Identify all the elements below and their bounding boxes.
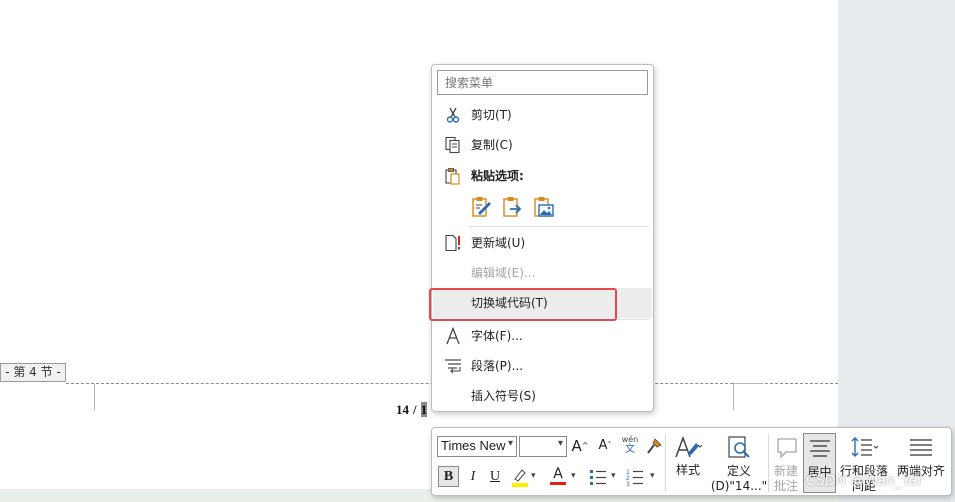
paste-icon [444, 167, 462, 185]
left-margin-mark [94, 384, 95, 410]
chevron-down-icon[interactable]: ▾ [531, 471, 536, 481]
menu-item-paste-options: 粘贴选项: [433, 161, 652, 191]
bullets-button[interactable] [588, 467, 610, 489]
right-margin-mark [733, 384, 734, 410]
format-painter-icon [643, 438, 665, 462]
phonetic-guide-pinyin: wén [621, 435, 639, 444]
caret-up-icon: ^ [581, 441, 589, 450]
menu-item-copy[interactable]: 复制(C) [433, 130, 652, 160]
font-color-button[interactable]: A [547, 466, 569, 488]
new-comment-button: 新建 批注 [770, 433, 802, 493]
menu-item-label: 粘贴选项: [471, 169, 524, 183]
comment-icon [775, 436, 799, 464]
right-margin-mark-h [733, 383, 763, 384]
numbering-button[interactable]: 1 2 3 [625, 467, 647, 489]
styles-label: 样式 [675, 463, 700, 477]
page-number-field[interactable]: 14 /1 [396, 402, 428, 418]
font-color-letter: A [553, 466, 563, 482]
menu-item-label: 剪切(T) [471, 108, 512, 122]
page-total-field[interactable]: 1 [420, 402, 428, 417]
shrink-font-button[interactable]: Aˇ [594, 435, 616, 457]
new-comment-line1: 新建 [773, 464, 798, 478]
keep-source-formatting-icon[interactable] [470, 195, 494, 219]
menu-separator [469, 226, 649, 227]
styles-button[interactable]: 样式 [668, 433, 708, 493]
merge-formatting-icon[interactable] [501, 195, 525, 219]
menu-item-label: 编辑域(E)... [471, 266, 536, 280]
define-label-line2: (D)"14..." [710, 479, 768, 493]
annotation-highlight-box [429, 288, 617, 321]
italic-button[interactable]: I [462, 466, 484, 488]
chevron-down-icon: ▾ [557, 438, 563, 449]
update-field-icon [444, 234, 462, 252]
bold-button[interactable]: B [438, 466, 459, 487]
scissors-icon [444, 106, 462, 124]
toolbar-separator [665, 434, 666, 492]
menu-item-label: 插入符号(S) [471, 389, 536, 403]
section-tag: - 第 4 节 - [0, 363, 66, 382]
define-button[interactable]: 定义 (D)"14..." [710, 433, 768, 493]
menu-item-paragraph[interactable]: 段落(P)... [433, 351, 652, 381]
new-comment-line2: 批注 [773, 479, 798, 493]
menu-item-edit-field: 编辑域(E)... [433, 258, 652, 288]
menu-item-label: 更新域(U) [471, 236, 526, 250]
chevron-down-icon[interactable]: ▾ [571, 471, 576, 481]
line-spacing-icon [850, 436, 880, 464]
svg-text:3: 3 [626, 481, 630, 488]
search-menu-input[interactable] [437, 70, 648, 95]
menu-item-label: 段落(P)... [471, 359, 524, 373]
font-name-dropdown[interactable]: Times New ▾ [437, 436, 517, 457]
phonetic-guide-button[interactable]: wén 文 [619, 436, 641, 458]
page-current: 14 [396, 402, 409, 417]
grow-font-button[interactable]: A^ [569, 435, 591, 457]
numbered-list-icon: 1 2 3 [625, 469, 647, 493]
phonetic-guide-char: 文 [625, 444, 635, 455]
copy-icon [444, 136, 462, 154]
define-label-line1: 定义 [726, 464, 751, 478]
page-separator: / [413, 402, 417, 417]
caret-down-icon: ˇ [607, 441, 612, 450]
menu-item-font[interactable]: 字体(F)... [433, 321, 652, 351]
word-window: - 第 4 节 - 14 /1 剪切(T) [0, 0, 955, 502]
toolbar-separator [768, 434, 769, 492]
define-icon [726, 435, 752, 465]
underline-button[interactable]: U [484, 466, 506, 488]
align-center-icon [808, 438, 832, 464]
picture-icon[interactable] [532, 195, 556, 219]
menu-item-insert-symbol[interactable]: 插入符号(S) [433, 381, 652, 411]
context-menu: 剪切(T) 复制(C) 粘贴选 [431, 64, 654, 412]
highlighter-icon [509, 469, 531, 492]
highlight-color-button[interactable] [509, 466, 531, 488]
chevron-down-icon[interactable]: ▾ [611, 471, 616, 481]
align-justify-icon [909, 437, 933, 463]
menu-item-label: 字体(F)... [471, 329, 523, 343]
menu-item-update-field[interactable]: 更新域(U) [433, 228, 652, 258]
styles-icon [674, 435, 704, 465]
font-color-bar [550, 482, 566, 485]
chevron-down-icon[interactable]: ▾ [650, 471, 655, 481]
menu-item-cut[interactable]: 剪切(T) [433, 100, 652, 130]
watermark: CSDN @Wan_Yer [806, 473, 923, 489]
format-painter-button[interactable] [643, 436, 665, 458]
font-icon [444, 326, 462, 345]
font-size-dropdown[interactable]: ▾ [519, 436, 567, 457]
grow-font-icon: A [571, 437, 582, 455]
font-name-value: Times New [441, 438, 506, 453]
bullet-list-icon [588, 470, 610, 493]
paragraph-icon [444, 357, 462, 375]
chevron-down-icon: ▾ [507, 438, 513, 449]
menu-item-label: 复制(C) [471, 138, 513, 152]
